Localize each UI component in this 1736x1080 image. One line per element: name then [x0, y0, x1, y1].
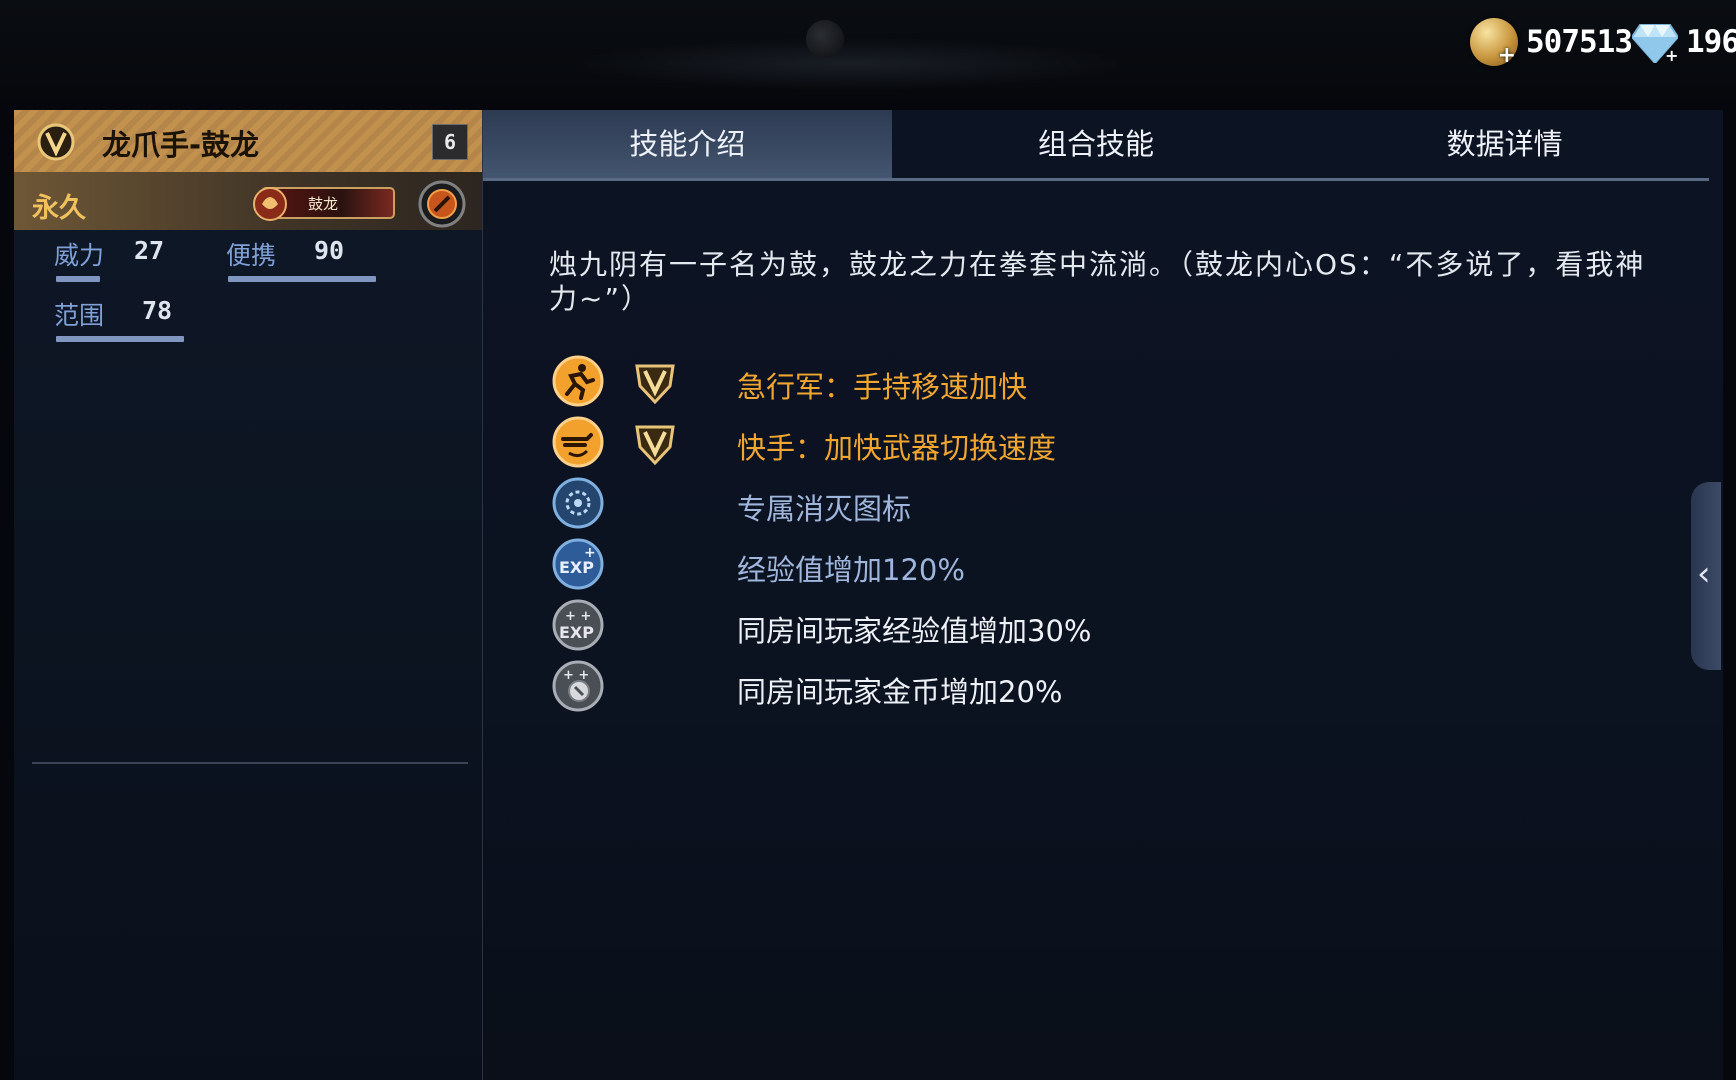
svg-text:+ +: + +: [565, 609, 591, 624]
blurred-background: [570, 38, 1130, 90]
camera-notch: [806, 20, 844, 58]
weapon-name: 龙爪手-鼓龙: [102, 128, 260, 162]
skill-item-kill-icon: 专属消灭图标: [551, 476, 1551, 537]
stat-portability-value: 90: [314, 236, 345, 265]
gold-currency[interactable]: 507513: [1470, 14, 1633, 70]
panel-divider: [32, 762, 468, 764]
skill-item-sprint: 急行军：手持移速加快: [551, 354, 1551, 415]
skill-list: 急行军：手持移速加快 快手：加快武器切换速度 专属消灭图标 EXP + 经验值增…: [551, 354, 1551, 720]
stat-power: 威力 27: [54, 236, 164, 282]
kill-icon: [552, 477, 604, 529]
chevron-left-icon[interactable]: ‹: [1697, 554, 1711, 594]
dragon-name-tag-icon: 鼓龙: [253, 187, 395, 221]
vip-v-icon: [635, 364, 675, 404]
name-tag-label: 鼓龙: [308, 195, 338, 213]
skill-item-room-gold: + + 同房间玩家金币增加20%: [551, 659, 1551, 720]
diamond-amount: 196: [1686, 24, 1736, 60]
top-bar: 507513 + 196: [0, 0, 1736, 100]
weapon-swap-icon: [552, 416, 604, 468]
gold-coin-icon[interactable]: [1470, 18, 1518, 68]
skill-text: 同房间玩家金币增加20%: [737, 675, 1063, 709]
room-gold-icon: + +: [552, 660, 604, 712]
tab-data-details[interactable]: 数据详情: [1300, 110, 1709, 178]
skill-text: 经验值增加120%: [737, 553, 965, 587]
tab-bar: 技能介绍 组合技能 数据详情: [483, 110, 1709, 181]
stat-range: 范围 78: [54, 296, 184, 342]
stat-range-value: 78: [142, 296, 173, 325]
skill-item-quick-hands: 快手：加快武器切换速度: [551, 415, 1551, 476]
skill-item-exp: EXP + 经验值增加120%: [551, 537, 1551, 598]
skill-text: 快手：加快武器切换速度: [737, 431, 1057, 465]
weapon-description: 烛九阴有一子名为鼓，鼓龙之力在拳套中流淌。（鼓龙内心OS：“不多说了，看我神力~…: [549, 248, 1646, 315]
skill-text: 同房间玩家经验值增加30%: [737, 614, 1092, 648]
gold-amount: 507513: [1526, 24, 1633, 60]
weapon-info-panel: 龙爪手-鼓龙 6 永久 鼓龙 威力 27 便携 90 范围 78: [14, 110, 483, 1080]
weapon-duration: 永久: [32, 193, 86, 224]
stat-power-label: 威力: [54, 241, 105, 270]
skill-text: 急行军：手持移速加快: [737, 370, 1028, 404]
skill-item-room-exp: EXP + + 同房间玩家经验值增加30%: [551, 598, 1551, 659]
skill-text: 专属消灭图标: [737, 492, 912, 526]
svg-text:+: +: [1665, 46, 1678, 63]
weapon-level-badge: 6: [432, 124, 468, 160]
detail-panel: 技能介绍 组合技能 数据详情 烛九阴有一子名为鼓，鼓龙之力在拳套中流淌。（鼓龙内…: [483, 110, 1723, 1080]
svg-text:EXP: EXP: [559, 623, 594, 642]
svg-text:+: +: [584, 545, 596, 561]
stat-range-bar: [56, 336, 184, 342]
vip-v-icon: [635, 425, 675, 465]
tab-combo-skills[interactable]: 组合技能: [892, 110, 1301, 178]
exp-icon: EXP +: [552, 538, 604, 590]
diamond-currency[interactable]: + 196: [1632, 14, 1736, 70]
side-panel-toggle[interactable]: ‹: [1691, 482, 1721, 670]
weapon-skin-icon: [418, 180, 466, 228]
stat-power-bar: [56, 276, 100, 282]
room-exp-icon: EXP + +: [552, 599, 604, 651]
stat-portability-bar: [228, 276, 376, 282]
stat-power-value: 27: [134, 236, 165, 265]
running-man-icon: [552, 355, 604, 407]
stat-portability-label: 便携: [226, 241, 277, 270]
stat-portability: 便携 90: [226, 236, 376, 282]
weapon-header: 龙爪手-鼓龙 6 永久 鼓龙: [14, 110, 482, 230]
tab-skill-intro[interactable]: 技能介绍: [483, 110, 892, 178]
svg-text:+ +: + +: [563, 668, 589, 683]
vip-v-icon: [37, 123, 75, 161]
diamond-icon[interactable]: +: [1632, 21, 1678, 63]
stat-range-label: 范围: [54, 301, 105, 330]
